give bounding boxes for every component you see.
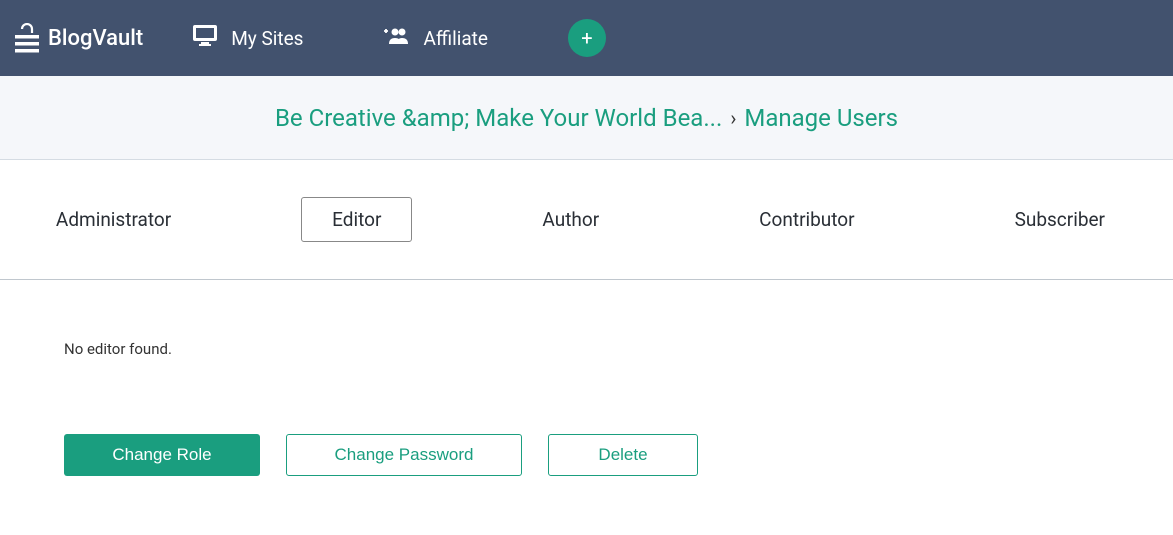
add-button[interactable]: + xyxy=(568,19,606,57)
change-role-button[interactable]: Change Role xyxy=(64,434,260,476)
tab-administrator[interactable]: Administrator xyxy=(26,198,201,241)
header: BlogVault My Sites Affiliate xyxy=(0,0,1173,76)
change-password-button[interactable]: Change Password xyxy=(286,434,522,476)
breadcrumb-page[interactable]: Manage Users xyxy=(744,104,898,132)
lock-stack-icon xyxy=(14,23,40,53)
action-buttons: Change Role Change Password Delete xyxy=(64,434,1109,476)
tab-subscriber[interactable]: Subscriber xyxy=(985,198,1135,241)
nav-my-sites[interactable]: My Sites xyxy=(193,25,303,51)
role-tabs: Administrator Editor Author Contributor … xyxy=(0,160,1173,280)
nav-affiliate[interactable]: Affiliate xyxy=(383,27,487,50)
tab-contributor[interactable]: Contributor xyxy=(729,198,884,241)
delete-button[interactable]: Delete xyxy=(548,434,698,476)
logo-text: BlogVault xyxy=(48,26,143,51)
empty-message: No editor found. xyxy=(64,340,1109,358)
nav-label: Affiliate xyxy=(423,27,487,50)
tab-author[interactable]: Author xyxy=(512,198,629,241)
nav-label: My Sites xyxy=(231,27,303,50)
monitor-icon xyxy=(193,25,217,51)
tab-editor[interactable]: Editor xyxy=(301,197,412,242)
logo[interactable]: BlogVault xyxy=(14,23,143,53)
group-add-icon xyxy=(383,27,409,49)
breadcrumb-site[interactable]: Be Creative &amp; Make Your World Bea... xyxy=(275,104,722,132)
breadcrumb-separator: › xyxy=(730,106,736,130)
content-area: No editor found. Change Role Change Pass… xyxy=(0,280,1173,476)
breadcrumb: Be Creative &amp; Make Your World Bea...… xyxy=(0,76,1173,160)
plus-icon: + xyxy=(581,28,592,48)
